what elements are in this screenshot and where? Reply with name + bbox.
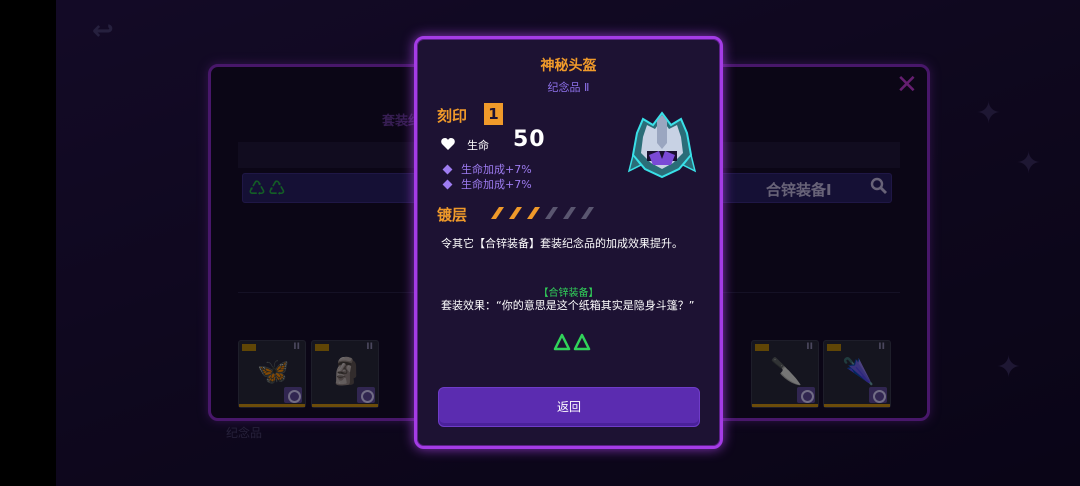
bonus-line: 生命加成+7% (442, 176, 532, 192)
stat-label: 生命 (467, 139, 489, 152)
plating-pip-empty (563, 207, 576, 219)
plating-pip-filled (509, 207, 522, 219)
set-recycle-icons (553, 333, 591, 351)
bonus-text: 生命加成+7% (461, 178, 532, 191)
item-description: 令其它【合锌装备】套装纪念品的加成效果提升。 (441, 237, 683, 250)
set-name: 【合锌装备】 (538, 288, 599, 299)
set-effect: 套装效果：“你的意思是这个纸箱其实是隐身斗篷？” (441, 299, 695, 312)
item-detail-popup: 神秘头盔 纪念品 Ⅱ 刻印 1 生命 50 生命加成+7% 生命加成+7% 镀层… (414, 36, 723, 449)
helmet-icon (627, 111, 697, 179)
bonus-line: 生命加成+7% (442, 161, 532, 177)
stat-value: 50 (513, 127, 546, 152)
inscription-label: 刻印 (437, 107, 468, 125)
diamond-bullet-icon (442, 164, 453, 175)
item-subtitle: 纪念品 Ⅱ (547, 81, 590, 94)
item-title: 神秘头盔 (540, 58, 597, 74)
heart-icon (441, 138, 455, 150)
inscription-level-badge: 1 (484, 103, 503, 125)
plating-label: 镀层 (437, 206, 468, 224)
return-button[interactable]: 返回 (438, 387, 700, 427)
plating-pip-filled (491, 207, 504, 219)
screen-edge (0, 0, 56, 486)
diamond-bullet-icon (442, 179, 453, 190)
bonus-text: 生命加成+7% (461, 163, 532, 176)
plating-level-bar (491, 207, 594, 219)
plating-pip-filled (527, 207, 540, 219)
plating-pip-empty (581, 207, 594, 219)
plating-pip-empty (545, 207, 558, 219)
